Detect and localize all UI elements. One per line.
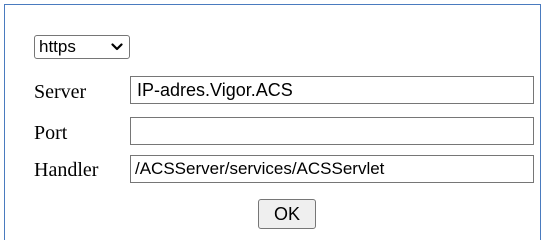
protocol-select-value: https: [39, 37, 76, 56]
server-input[interactable]: IP-adres.Vigor.ACS: [130, 76, 534, 104]
handler-label: Handler: [34, 159, 99, 181]
chevron-down-icon: [111, 43, 123, 51]
acs-settings-panel: https Server IP-adres.Vigor.ACS Port Han…: [4, 4, 541, 240]
server-label: Server: [34, 81, 87, 103]
handler-input[interactable]: /ACSServer/services/ACSServlet: [130, 155, 534, 183]
port-label: Port: [34, 122, 68, 144]
protocol-select[interactable]: https: [34, 35, 130, 59]
port-input[interactable]: [130, 117, 534, 145]
ok-button[interactable]: OK: [258, 199, 316, 229]
